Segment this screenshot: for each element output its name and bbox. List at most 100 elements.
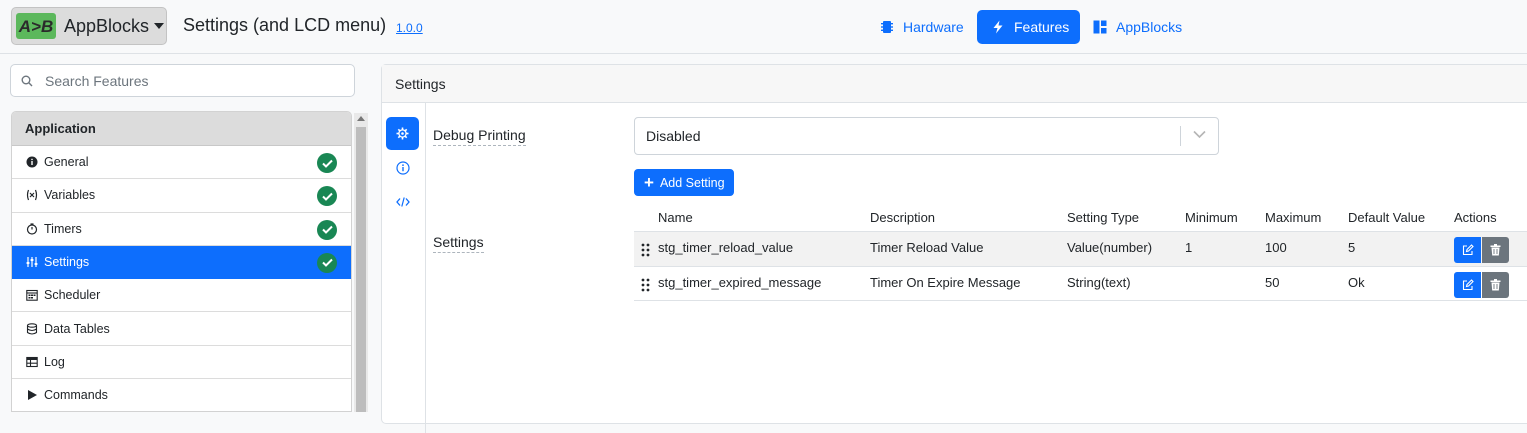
code-icon bbox=[395, 196, 410, 207]
vtab-info[interactable] bbox=[386, 151, 419, 184]
sidebar-scrollbar[interactable] bbox=[354, 113, 368, 412]
tab-appblocks[interactable]: AppBlocks bbox=[1085, 10, 1195, 44]
section-header-application: Application bbox=[12, 112, 351, 146]
column-header-minimum: Minimum bbox=[1185, 210, 1238, 225]
check-icon bbox=[317, 153, 337, 173]
drag-handle-icon[interactable] bbox=[641, 278, 650, 292]
variable-icon bbox=[26, 190, 38, 201]
delete-button[interactable] bbox=[1482, 237, 1509, 263]
column-header-default-value: Default Value bbox=[1348, 210, 1426, 225]
feature-list: Application General Variables Timers Set… bbox=[11, 111, 352, 412]
edit-button[interactable] bbox=[1454, 272, 1481, 298]
drag-handle-icon[interactable] bbox=[641, 243, 650, 257]
cell-default-value: Ok bbox=[1348, 275, 1365, 290]
blocks-icon bbox=[1093, 20, 1107, 34]
sidebar-item-data-tables[interactable]: Data Tables bbox=[12, 312, 351, 346]
vtab-settings[interactable] bbox=[386, 117, 419, 150]
sidebar-item-timers[interactable]: Timers bbox=[12, 213, 351, 246]
sidebar-item-label: Settings bbox=[44, 255, 90, 270]
chip-icon bbox=[881, 21, 893, 33]
settings-label: Settings bbox=[433, 234, 484, 253]
table-row[interactable]: stg_timer_expired_message Timer On Expir… bbox=[634, 266, 1527, 301]
app-title: Settings (and LCD menu) bbox=[183, 15, 387, 35]
sidebar-item-label: Data Tables bbox=[44, 321, 110, 336]
vtab-code[interactable] bbox=[386, 185, 419, 218]
sidebar-item-label: Log bbox=[44, 354, 65, 369]
bolt-icon bbox=[993, 20, 1003, 34]
tab-features-label: Features bbox=[1014, 19, 1070, 35]
app-menu-button[interactable]: A>B AppBlocks bbox=[11, 7, 167, 45]
info-circle-icon bbox=[26, 156, 38, 168]
info-icon bbox=[395, 160, 410, 175]
svg-text:A>B: A>B bbox=[18, 17, 53, 36]
cell-description: Timer On Expire Message bbox=[870, 275, 1021, 290]
appblocks-logo-icon: A>B bbox=[16, 13, 56, 39]
cell-maximum: 50 bbox=[1265, 275, 1280, 290]
column-header-maximum: Maximum bbox=[1265, 210, 1322, 225]
cell-setting-type: String(text) bbox=[1067, 275, 1131, 290]
sidebar-item-scheduler[interactable]: Scheduler bbox=[12, 279, 351, 313]
debug-printing-value: Disabled bbox=[646, 128, 701, 144]
search-icon bbox=[21, 75, 33, 86]
edit-button[interactable] bbox=[1454, 237, 1481, 263]
column-header-setting-type: Setting Type bbox=[1067, 210, 1140, 225]
chevron-down-icon[interactable] bbox=[1193, 130, 1206, 139]
stopwatch-icon bbox=[26, 223, 38, 235]
check-icon bbox=[317, 219, 337, 240]
cell-name: stg_timer_reload_value bbox=[658, 240, 794, 255]
caret-down-icon bbox=[154, 23, 165, 29]
debug-printing-select[interactable]: Disabled bbox=[634, 117, 1219, 155]
edit-icon bbox=[1462, 244, 1474, 256]
settings-panel: Settings Debug Printing Disabled + Add S… bbox=[381, 64, 1527, 433]
debug-printing-label: Debug Printing bbox=[433, 127, 526, 146]
search-features-box bbox=[10, 64, 355, 97]
trash-icon bbox=[1490, 279, 1501, 291]
table-row[interactable]: stg_timer_reload_value Timer Reload Valu… bbox=[634, 231, 1527, 266]
sidebar-item-general[interactable]: General bbox=[12, 146, 351, 180]
select-separator bbox=[1180, 126, 1181, 146]
check-icon bbox=[317, 252, 337, 273]
sidebar-item-commands[interactable]: Commands bbox=[12, 379, 351, 411]
sidebar-item-variables[interactable]: Variables bbox=[12, 179, 351, 213]
cell-name: stg_timer_expired_message bbox=[658, 275, 822, 290]
tab-hardware-label: Hardware bbox=[903, 19, 964, 35]
sidebar-item-settings[interactable]: Settings bbox=[12, 245, 351, 280]
app-menu-label: AppBlocks bbox=[64, 15, 150, 36]
sidebar-item-label: Variables bbox=[44, 188, 96, 203]
sliders-icon bbox=[26, 257, 38, 268]
sidebar-item-label: General bbox=[44, 155, 89, 170]
database-icon bbox=[26, 322, 38, 335]
calendar-icon bbox=[26, 290, 38, 302]
gear-icon bbox=[396, 127, 409, 140]
sidebar-item-log[interactable]: Log bbox=[12, 346, 351, 380]
tab-appblocks-label: AppBlocks bbox=[1116, 19, 1183, 35]
tab-features[interactable]: Features bbox=[977, 10, 1080, 44]
scrollbar-thumb[interactable] bbox=[356, 127, 366, 412]
add-setting-label: Add Setting bbox=[659, 175, 725, 190]
sidebar-item-label: Timers bbox=[44, 221, 82, 236]
delete-button[interactable] bbox=[1482, 272, 1509, 298]
cell-default-value: 5 bbox=[1348, 240, 1356, 255]
check-icon bbox=[317, 186, 337, 207]
scroll-up-icon[interactable] bbox=[357, 116, 365, 121]
panel-title: Settings bbox=[382, 65, 1527, 103]
table-icon bbox=[26, 356, 38, 367]
cell-minimum: 1 bbox=[1185, 240, 1193, 255]
play-icon bbox=[28, 390, 37, 401]
top-bar: A>B AppBlocks Settings (and LCD menu) 1.… bbox=[0, 0, 1527, 54]
vertical-tabs bbox=[382, 103, 426, 433]
column-header-description: Description bbox=[870, 210, 936, 225]
version-link[interactable]: 1.0.0 bbox=[396, 21, 423, 35]
search-features-input[interactable] bbox=[43, 71, 337, 90]
sidebar-item-label: Scheduler bbox=[44, 288, 101, 303]
trash-icon bbox=[1490, 244, 1501, 256]
column-header-actions: Actions bbox=[1454, 210, 1497, 225]
sidebar-item-label: Commands bbox=[44, 388, 108, 403]
cell-description: Timer Reload Value bbox=[870, 240, 984, 255]
edit-icon bbox=[1462, 279, 1474, 291]
cell-maximum: 100 bbox=[1265, 240, 1287, 255]
tab-hardware[interactable]: Hardware bbox=[868, 10, 972, 44]
cell-setting-type: Value(number) bbox=[1067, 240, 1153, 255]
plus-icon: + bbox=[644, 173, 654, 192]
add-setting-button[interactable]: + Add Setting bbox=[634, 169, 734, 196]
